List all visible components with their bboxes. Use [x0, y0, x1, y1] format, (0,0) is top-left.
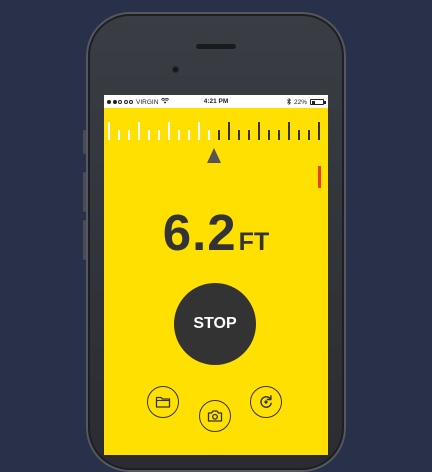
refresh-icon: [260, 395, 272, 408]
measurement-value: 6.2: [162, 204, 237, 261]
battery-icon: [310, 99, 326, 105]
ruler-tick: [298, 130, 300, 140]
front-camera: [172, 66, 179, 73]
ruler-tick: [168, 122, 170, 140]
mute-switch: [83, 130, 86, 154]
ruler-tick: [128, 130, 130, 140]
app-screen: VIRGIN 4:21 PM 22% 6.2FT STOP: [104, 95, 328, 455]
battery-fill: [311, 100, 315, 104]
status-right: 22%: [287, 97, 326, 107]
pointer-triangle-icon: [207, 148, 221, 163]
status-bar: VIRGIN 4:21 PM 22%: [104, 95, 328, 108]
ruler-scale[interactable]: [104, 118, 328, 140]
ruler-tick: [238, 130, 240, 140]
stop-button[interactable]: STOP: [174, 283, 256, 365]
ruler-tick: [118, 130, 120, 140]
files-button[interactable]: [147, 386, 179, 418]
measurement-readout: 6.2FT: [104, 203, 328, 262]
ruler-tick: [248, 130, 250, 140]
camera-icon: [207, 410, 223, 422]
ruler-tick: [288, 122, 290, 140]
volume-up-button: [83, 172, 86, 212]
ruler-tick: [258, 122, 260, 140]
ruler-tick: [108, 122, 110, 140]
ruler-tick: [148, 130, 150, 140]
ruler-tick: [318, 122, 320, 140]
ruler-tick: [158, 130, 160, 140]
camera-button[interactable]: [199, 400, 231, 432]
ruler-tick: [268, 130, 270, 140]
battery-percent: 22%: [293, 98, 307, 106]
ruler-tick: [228, 122, 230, 140]
stop-button-label: STOP: [193, 315, 237, 332]
earpiece-speaker: [196, 44, 236, 49]
bluetooth-icon: [287, 97, 291, 107]
ruler-tick: [208, 130, 210, 140]
ruler-tick: [178, 130, 180, 140]
reset-button[interactable]: [250, 386, 282, 418]
volume-down-button: [83, 220, 86, 260]
ruler-tick: [218, 130, 220, 140]
ruler-tick: [198, 122, 200, 140]
phone-frame: VIRGIN 4:21 PM 22% 6.2FT STOP: [83, 12, 346, 472]
measurement-unit: FT: [238, 228, 270, 256]
ruler-tick: [188, 130, 190, 140]
ruler-tick: [278, 130, 280, 140]
edge-accent-marker: [318, 166, 321, 188]
ruler-tick: [138, 122, 140, 140]
ruler-tick: [308, 130, 310, 140]
folder-icon: [155, 396, 171, 408]
